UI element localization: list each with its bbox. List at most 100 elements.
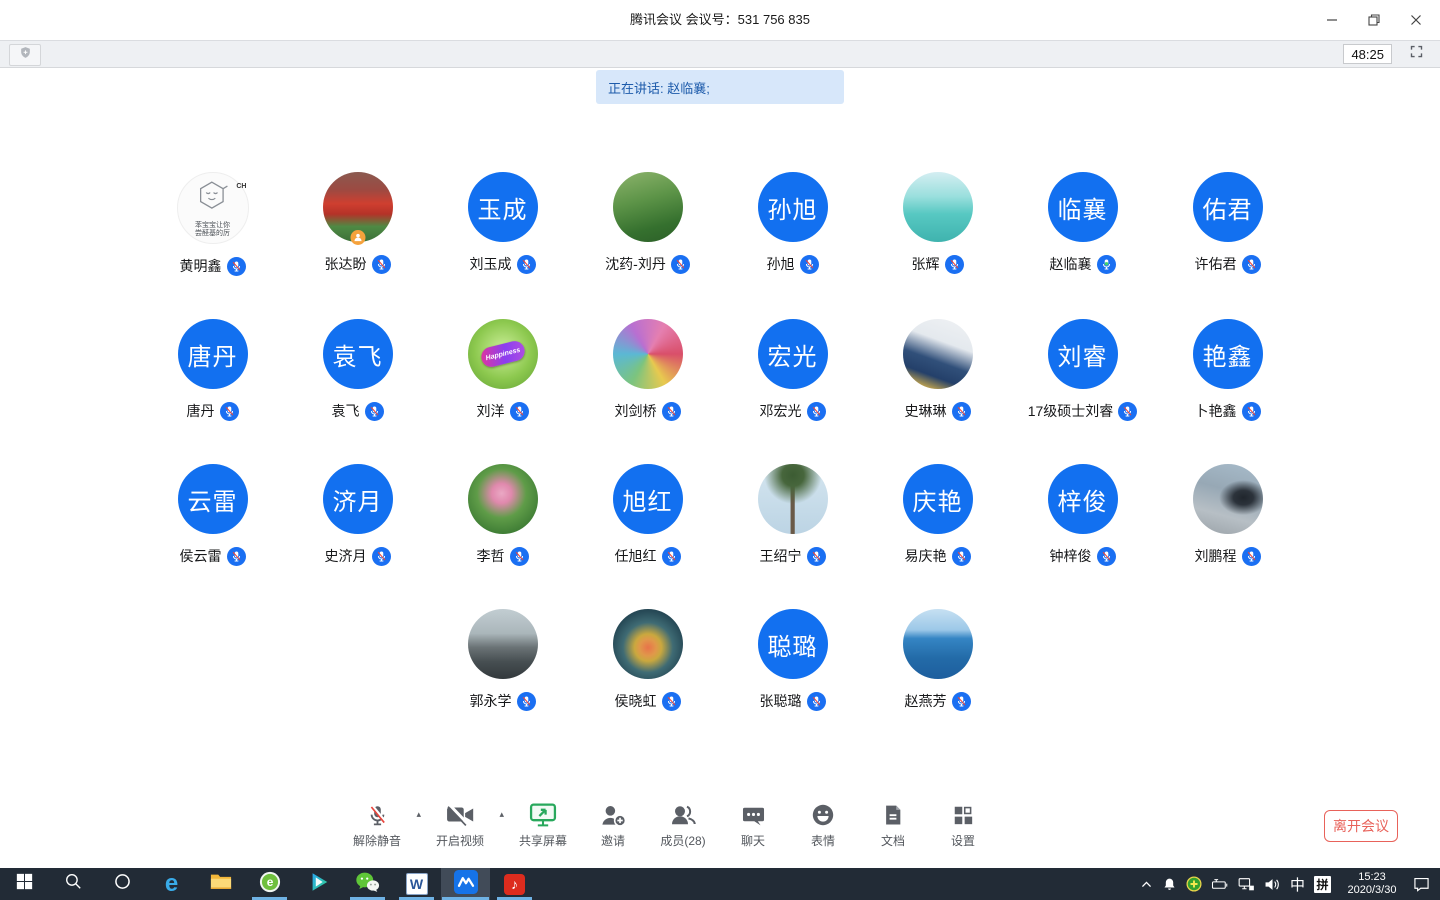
participant-tile[interactable]: CH苯宝宝让你尝醛基的厉黄明鑫 bbox=[140, 172, 285, 276]
toolbar-button-mic-off[interactable]: 解除静音▴ bbox=[342, 801, 425, 849]
mic-muted-icon[interactable] bbox=[800, 255, 819, 274]
mic-muted-icon[interactable] bbox=[662, 547, 681, 566]
mic-muted-icon[interactable] bbox=[1118, 402, 1137, 421]
mic-active-icon[interactable] bbox=[1097, 255, 1116, 274]
mic-muted-icon[interactable] bbox=[945, 255, 964, 274]
mic-muted-icon[interactable] bbox=[1242, 547, 1261, 566]
action-center-icon[interactable] bbox=[1413, 876, 1430, 892]
taskbar-word[interactable]: W bbox=[392, 868, 441, 900]
avatar-initials: 聪璐 bbox=[758, 609, 828, 679]
mic-muted-icon[interactable] bbox=[510, 402, 529, 421]
mic-muted-icon[interactable] bbox=[1242, 255, 1261, 274]
toolbar-button-invite[interactable]: 邀请 bbox=[578, 801, 648, 849]
ime-language-indicator[interactable]: 中 bbox=[1290, 874, 1305, 895]
notification-bell-icon[interactable] bbox=[1162, 877, 1177, 892]
mic-muted-icon[interactable] bbox=[662, 692, 681, 711]
mic-muted-icon[interactable] bbox=[1097, 547, 1116, 566]
battery-icon[interactable] bbox=[1211, 878, 1229, 891]
taskbar-tencent-meeting[interactable] bbox=[441, 868, 490, 900]
network-icon[interactable] bbox=[1238, 877, 1255, 892]
mic-muted-icon[interactable] bbox=[510, 547, 529, 566]
toolbar-button-settings[interactable]: 设置 bbox=[928, 801, 998, 849]
mic-muted-icon[interactable] bbox=[952, 692, 971, 711]
participant-tile[interactable]: 侯晓虹 bbox=[575, 609, 720, 711]
participant-tile[interactable]: 唐丹唐丹 bbox=[140, 319, 285, 421]
participant-tile[interactable]: Happiness刘洋 bbox=[430, 319, 575, 421]
mic-muted-icon[interactable] bbox=[807, 692, 826, 711]
participant-tile[interactable]: 张达盼 bbox=[285, 172, 430, 276]
participant-tile[interactable]: 临襄赵临襄 bbox=[1010, 172, 1155, 276]
participant-tile[interactable]: 王绍宁 bbox=[720, 464, 865, 566]
speaking-banner: 正在讲话: 赵临襄; bbox=[596, 70, 844, 104]
fullscreen-button[interactable] bbox=[1407, 45, 1425, 63]
participant-tile[interactable]: 孙旭孙旭 bbox=[720, 172, 865, 276]
tray-chevron-icon[interactable] bbox=[1140, 878, 1153, 891]
participant-name: 王绍宁 bbox=[760, 546, 802, 566]
volume-icon[interactable] bbox=[1264, 877, 1281, 892]
mic-muted-icon[interactable] bbox=[517, 255, 536, 274]
participant-name-row: 刘玉成 bbox=[470, 254, 536, 274]
mic-muted-icon[interactable] bbox=[807, 547, 826, 566]
participant-tile[interactable]: 艳鑫卜艳鑫 bbox=[1155, 319, 1300, 421]
toolbar-button-members[interactable]: 成员(28) bbox=[648, 801, 718, 849]
participant-tile[interactable]: 济月史济月 bbox=[285, 464, 430, 566]
participant-tile[interactable]: 郭永学 bbox=[430, 609, 575, 711]
mic-muted-icon[interactable] bbox=[807, 402, 826, 421]
participant-tile[interactable]: 赵燕芳 bbox=[865, 609, 1010, 711]
antivirus-360-icon[interactable] bbox=[1186, 876, 1202, 892]
participant-tile[interactable]: 刘剑桥 bbox=[575, 319, 720, 421]
taskbar-tencent-video[interactable] bbox=[294, 868, 343, 900]
participant-tile[interactable]: 梓俊钟梓俊 bbox=[1010, 464, 1155, 566]
mic-muted-icon[interactable] bbox=[1242, 402, 1261, 421]
participant-tile[interactable]: 李哲 bbox=[430, 464, 575, 566]
participant-tile[interactable]: 沈药-刘丹 bbox=[575, 172, 720, 276]
leave-meeting-button[interactable]: 离开会议 bbox=[1324, 810, 1398, 842]
mic-muted-icon[interactable] bbox=[952, 402, 971, 421]
toolbar-button-chat[interactable]: 聊天 bbox=[718, 801, 788, 849]
toolbar-button-emoji[interactable]: 表情 bbox=[788, 801, 858, 849]
taskbar-clock[interactable]: 15:23 2020/3/30 bbox=[1340, 871, 1404, 897]
mic-muted-icon[interactable] bbox=[662, 402, 681, 421]
mic-muted-icon[interactable] bbox=[372, 547, 391, 566]
restore-button[interactable] bbox=[1364, 10, 1384, 30]
participant-tile[interactable]: 佑君许佑君 bbox=[1155, 172, 1300, 276]
participant-tile[interactable]: 云雷侯云雷 bbox=[140, 464, 285, 566]
mic-muted-icon[interactable] bbox=[227, 547, 246, 566]
participant-tile[interactable]: 庆艳易庆艳 bbox=[865, 464, 1010, 566]
participant-tile[interactable]: 聪璐张聪璐 bbox=[720, 609, 865, 711]
security-shield-button[interactable] bbox=[9, 44, 41, 66]
mic-muted-icon[interactable] bbox=[952, 547, 971, 566]
participant-tile[interactable]: 宏光邓宏光 bbox=[720, 319, 865, 421]
word-icon: W bbox=[406, 873, 428, 895]
minimize-button[interactable] bbox=[1322, 10, 1342, 30]
participant-tile[interactable]: 袁飞袁飞 bbox=[285, 319, 430, 421]
taskbar-edge-browser[interactable]: e bbox=[147, 868, 196, 900]
taskbar-browser-360[interactable]: e bbox=[245, 868, 294, 900]
taskbar-file-explorer[interactable] bbox=[196, 868, 245, 900]
taskbar-wechat[interactable] bbox=[343, 868, 392, 900]
mic-muted-icon[interactable] bbox=[220, 402, 239, 421]
ime-mode-indicator[interactable]: 拼 bbox=[1314, 876, 1331, 893]
toolbar-button-camera-off[interactable]: 开启视频▴ bbox=[425, 801, 508, 849]
participant-tile[interactable]: 史琳琳 bbox=[865, 319, 1010, 421]
mic-muted-icon[interactable] bbox=[372, 255, 391, 274]
close-button[interactable] bbox=[1406, 10, 1426, 30]
participant-tile[interactable]: 玉成刘玉成 bbox=[430, 172, 575, 276]
mic-muted-icon[interactable] bbox=[517, 692, 536, 711]
participant-tile[interactable]: 张辉 bbox=[865, 172, 1010, 276]
taskbar-start-button[interactable] bbox=[0, 868, 49, 900]
taskbar-cortana[interactable] bbox=[98, 868, 147, 900]
toolbar-button-screen-share[interactable]: 共享屏幕 bbox=[508, 801, 578, 849]
taskbar-taskbar-search[interactable] bbox=[49, 868, 98, 900]
caret-up-icon[interactable]: ▴ bbox=[416, 809, 421, 820]
mic-muted-icon[interactable] bbox=[227, 257, 246, 276]
mic-muted-icon[interactable] bbox=[671, 255, 690, 274]
taskbar-netease-music[interactable]: ♪ bbox=[490, 868, 539, 900]
toolbar-button-doc[interactable]: 文档 bbox=[858, 801, 928, 849]
participant-tile[interactable]: 刘鹏程 bbox=[1155, 464, 1300, 566]
participant-tile[interactable]: 旭红任旭红 bbox=[575, 464, 720, 566]
caret-up-icon[interactable]: ▴ bbox=[499, 809, 504, 820]
clock-date: 2020/3/30 bbox=[1348, 884, 1397, 896]
participant-tile[interactable]: 刘睿17级硕士刘睿 bbox=[1010, 319, 1155, 421]
mic-muted-icon[interactable] bbox=[365, 402, 384, 421]
